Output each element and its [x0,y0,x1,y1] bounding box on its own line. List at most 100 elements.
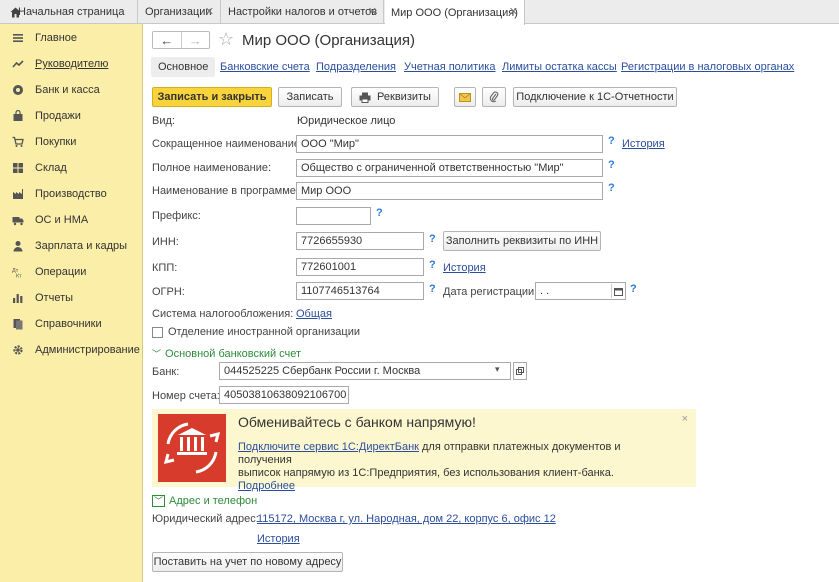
back-button[interactable]: ← [153,32,181,48]
foreign-branch-label: Отделение иностранной организации [168,326,361,338]
cart-icon [12,136,24,147]
tab-label: Мир ООО (Организация) [391,6,518,19]
sidebar-item-admin[interactable]: Администрирование [0,340,143,360]
banner-text-2: выписок напрямую из 1С:Предприятия, без … [238,467,614,479]
save-button[interactable]: Записать [278,87,342,107]
register-new-address-button[interactable]: Поставить на учет по новому адресу [152,552,343,572]
tab-tax-settings[interactable]: Настройки налогов и отчетов ✕ [222,0,384,24]
banner-more-link[interactable]: Подробнее [238,480,295,492]
sidebar-item-assets[interactable]: ОС и НМА [0,210,143,230]
prefix-field[interactable] [296,207,371,225]
account-field[interactable]: 40503810638092106700 [219,386,349,404]
sidebar: Главное Руководителю Банк и касса Продаж… [0,24,143,582]
subtab-divisions[interactable]: Подразделения [316,57,396,77]
subtab-bank-accounts[interactable]: Банковские счета [220,57,310,77]
help-icon[interactable]: ? [429,259,436,271]
sidebar-item-bank[interactable]: Банк и касса [0,80,143,100]
help-icon[interactable]: ? [429,233,436,245]
tax-system-link[interactable]: Общая [296,308,332,320]
sidebar-item-manager[interactable]: Руководителю [0,54,143,74]
sidebar-item-operations[interactable]: Дт Кт Операции [0,262,143,282]
connect-reporting-button[interactable]: Подключение к 1С-Отчетности [513,87,677,107]
forward-button[interactable]: → [180,32,210,48]
kpp-history-link[interactable]: История [443,262,486,274]
sidebar-item-label: Главное [35,32,78,44]
section-title: Адрес и телефон [169,495,258,507]
subtab-tax-registrations[interactable]: Регистрации в налоговых органах [621,57,794,77]
tax-system-label: Система налогообложения: [152,308,294,320]
close-icon[interactable]: ✕ [205,5,214,18]
sidebar-item-purchases[interactable]: Покупки [0,132,143,152]
attach-button[interactable] [482,87,506,107]
trend-icon [12,60,24,68]
button-label: Заполнить реквизиты по ИНН [445,235,599,247]
address-section-header[interactable]: ﹀ Адрес и телефон [152,494,257,507]
email-button[interactable] [454,87,476,107]
save-and-close-button[interactable]: Записать и закрыть [152,87,272,107]
legal-address-link[interactable]: 115172, Москва г, ул. Народная, дом 22, … [257,513,556,525]
sidebar-item-production[interactable]: Производство [0,184,143,204]
kpp-field[interactable]: 772601001 [296,258,424,276]
open-link-icon[interactable] [513,362,527,380]
help-icon[interactable]: ? [630,283,637,295]
sidebar-item-sales[interactable]: Продажи [0,106,143,126]
sidebar-item-salary[interactable]: Зарплата и кадры [0,236,143,256]
help-icon[interactable]: ? [429,283,436,295]
operations-icon: ДтКт [12,268,22,278]
tab-organization-mir[interactable]: Мир ООО (Организация) ✕ [385,0,525,25]
help-icon[interactable]: ? [608,159,615,171]
button-label: Подключение к 1С-Отчетности [516,91,674,103]
close-icon[interactable]: ✕ [368,5,377,18]
banner-title: Обменивайтесь с банком напрямую! [238,414,476,430]
help-icon[interactable]: ? [376,207,383,219]
calendar-icon[interactable] [611,284,624,298]
fill-by-inn-button[interactable]: Заполнить реквизиты по ИНН [443,231,601,251]
tab-organizations[interactable]: Организации ✕ [139,0,221,24]
truck-icon [12,217,24,226]
short-name-label: Сокращенное наименование: [152,138,304,150]
bank-section-header[interactable]: ﹀ Основной банковский счет [152,347,301,360]
sidebar-item-label: Банк и касса [35,84,100,96]
requisites-button[interactable]: Реквизиты [351,87,439,107]
full-name-field[interactable]: Общество с ограниченной ответственностью… [296,159,603,177]
dropdown-arrow-icon[interactable]: ▾ [495,364,500,375]
directbank-logo-icon [158,414,226,482]
chevron-down-icon: ﹀ [152,495,166,507]
subtab-accounting-policy[interactable]: Учетная политика [404,57,495,77]
section-title: Основной банковский счет [165,348,302,360]
short-name-history-link[interactable]: История [622,138,665,150]
help-icon[interactable]: ? [608,135,615,147]
button-label: Реквизиты [377,91,431,103]
address-history-link[interactable]: История [257,533,300,545]
short-name-field[interactable]: ООО "Мир" [296,135,603,153]
button-label: Записать и закрыть [157,91,267,103]
tab-home[interactable]: Начальная страница [0,0,138,24]
ogrn-field[interactable]: 1107746513764 [296,282,424,300]
sidebar-item-label: Руководителю [35,58,109,70]
foreign-branch-checkbox[interactable] [152,327,163,338]
sidebar-item-label: Администрирование [35,344,140,356]
close-icon[interactable]: ✕ [509,5,518,18]
inn-field[interactable]: 7726655930 [296,232,424,250]
factory-icon [13,189,23,199]
sidebar-item-label: Склад [35,162,67,174]
sidebar-item-warehouse[interactable]: Склад [0,158,143,178]
tab-label: Организации [145,6,212,18]
sidebar-item-main[interactable]: Главное [0,28,143,48]
sidebar-item-label: Отчеты [35,292,74,304]
menu-icon [13,34,23,42]
bank-field[interactable]: 044525225 Сбербанк России г. Москва [219,362,511,380]
person-icon [13,241,23,252]
sidebar-item-catalogs[interactable]: Справочники [0,314,143,334]
help-icon[interactable]: ? [608,182,615,194]
directbank-connect-link[interactable]: Подключите сервис 1С:ДиректБанк [238,441,419,453]
sidebar-item-label: Производство [35,188,107,200]
subtab-main[interactable]: Основное [151,57,216,77]
sidebar-item-reports[interactable]: Отчеты [0,288,143,308]
warehouse-icon [13,163,23,173]
favorite-star-icon[interactable]: ☆ [218,29,234,50]
subtab-cash-limits[interactable]: Лимиты остатка кассы [502,57,617,77]
program-name-field[interactable]: Мир ООО [296,182,603,200]
banner-close-icon[interactable]: × [682,413,688,425]
sidebar-item-label: Справочники [35,318,102,330]
